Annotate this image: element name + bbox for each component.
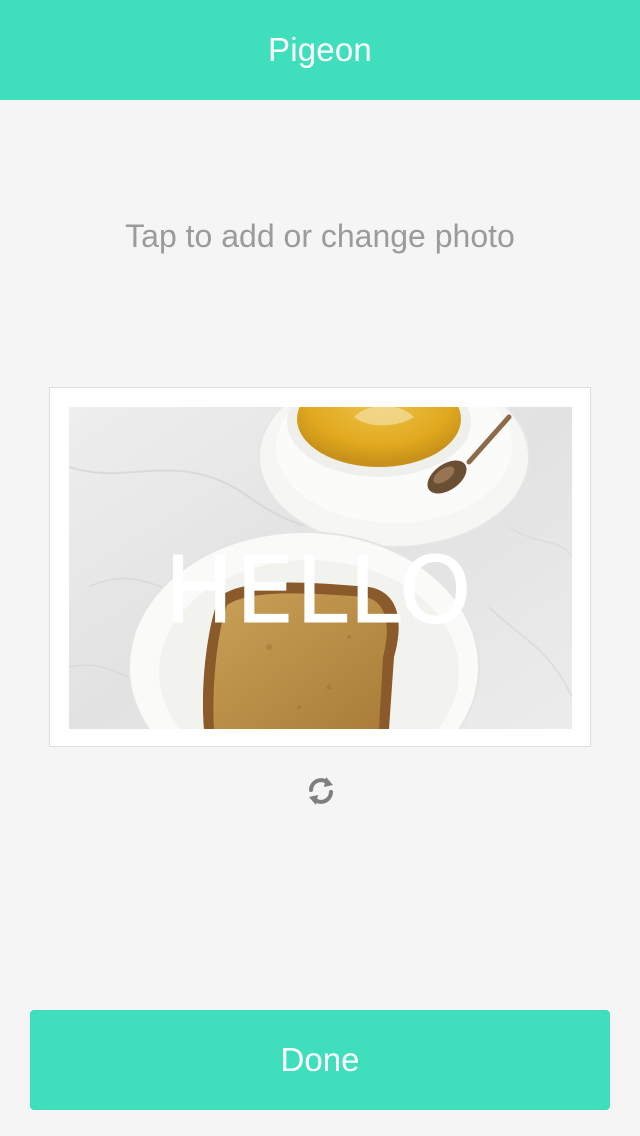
refresh-icon[interactable] [300, 770, 342, 812]
navigation-bar: Pigeon [0, 0, 640, 100]
photo-card[interactable]: HELLO [49, 387, 591, 747]
add-photo-hint[interactable]: Tap to add or change photo [0, 218, 640, 255]
done-button[interactable]: Done [30, 1010, 610, 1110]
card-photo[interactable]: HELLO [69, 407, 572, 729]
page-title: Pigeon [268, 31, 372, 68]
photo-overlay-text: HELLO [165, 537, 474, 644]
photo-illustration: HELLO [69, 407, 572, 729]
